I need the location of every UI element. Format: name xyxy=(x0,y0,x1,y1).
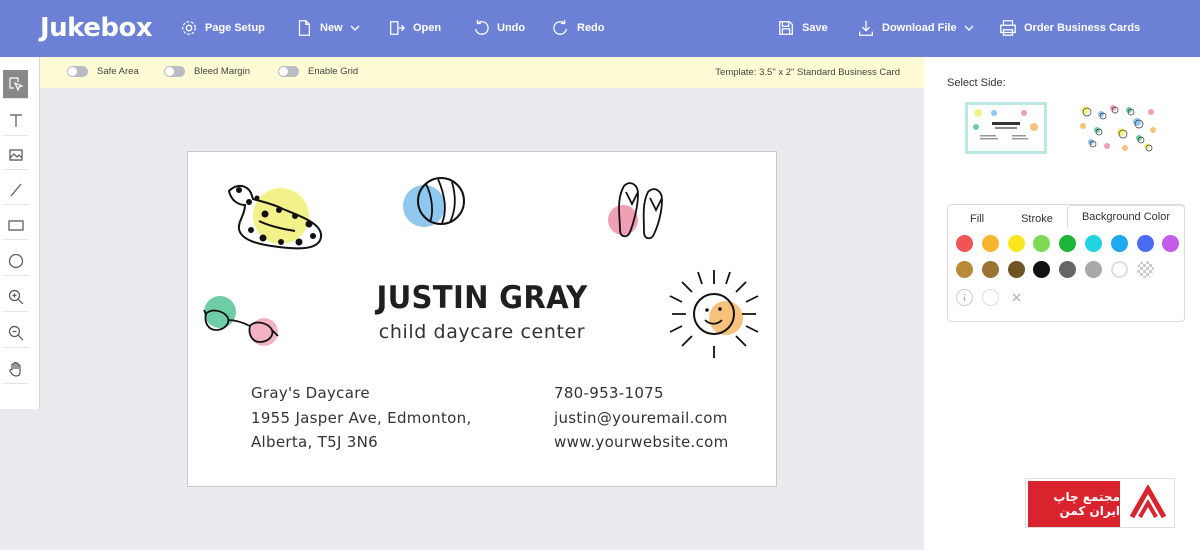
open-button[interactable]: Open xyxy=(388,17,441,39)
enable-grid-toggle[interactable]: Enable Grid xyxy=(278,66,358,77)
tab-background-color[interactable]: Background Color xyxy=(1067,205,1185,228)
color-swatch[interactable] xyxy=(1033,235,1051,252)
redo-icon xyxy=(553,19,568,35)
jukebox-logo[interactable]: Jukebox xyxy=(40,13,153,43)
rectangle-tool[interactable] xyxy=(3,211,28,240)
beach-ball-doodle[interactable] xyxy=(398,174,470,234)
color-swatch[interactable] xyxy=(1110,261,1128,278)
address-line: 1955 Jasper Ave, Edmonton, xyxy=(251,408,472,427)
tab-fill[interactable]: Fill xyxy=(960,208,994,230)
color-swatch[interactable] xyxy=(956,235,973,252)
chevron-down-icon xyxy=(350,25,360,31)
zoom-in-icon xyxy=(8,289,23,305)
template-label: Template: 3.5" x 2" Standard Business Ca… xyxy=(715,67,900,78)
color-swatch[interactable] xyxy=(1059,235,1077,252)
download-icon xyxy=(859,20,873,36)
address-line: Alberta, T5J 3N6 xyxy=(251,433,378,451)
undo-icon xyxy=(474,19,489,35)
back-side-thumbnail[interactable] xyxy=(1077,102,1159,154)
color-swatch[interactable] xyxy=(1033,261,1051,278)
left-toolbar xyxy=(0,57,40,409)
business-card-canvas[interactable]: JUSTIN GRAY child daycare center Gray's … xyxy=(187,151,777,487)
color-swatch[interactable] xyxy=(1162,235,1180,252)
download-file-button[interactable]: Download File xyxy=(857,17,974,39)
color-panel: Fill Stroke Background Color xyxy=(947,204,1185,322)
zoom-out-tool[interactable] xyxy=(3,319,28,348)
safe-area-toggle[interactable]: Safe Area xyxy=(67,66,139,77)
info-icon[interactable] xyxy=(956,289,973,306)
zoom-in-tool[interactable] xyxy=(3,283,28,312)
card-contact[interactable]: 780-953-1075 justin@youremail.com www.yo… xyxy=(554,381,729,455)
page-setup-button[interactable]: Page Setup xyxy=(180,17,265,39)
close-icon xyxy=(1012,293,1021,302)
color-swatch[interactable] xyxy=(1007,235,1025,252)
chevron-down-icon xyxy=(964,25,974,31)
website-text: www.yourwebsite.com xyxy=(554,433,729,451)
card-tagline[interactable]: child daycare center xyxy=(188,321,776,343)
flip-flops-doodle[interactable] xyxy=(606,178,681,242)
color-swatch[interactable] xyxy=(1007,261,1025,278)
back-thumbnail-preview xyxy=(1077,102,1159,154)
color-swatch[interactable] xyxy=(981,235,999,252)
toggle-switch[interactable] xyxy=(278,66,299,77)
color-tabs: Fill Stroke Background Color xyxy=(948,205,1185,230)
text-tool[interactable] xyxy=(3,107,28,136)
top-toolbar: Jukebox Page Setup New Open Undo Redo Sa… xyxy=(0,0,1200,57)
circle-icon xyxy=(8,253,23,269)
email-text: justin@youremail.com xyxy=(554,408,728,427)
info-glyph xyxy=(963,294,966,301)
card-name[interactable]: JUSTIN GRAY xyxy=(206,280,759,316)
image-icon xyxy=(8,149,23,161)
select-side-label: Select Side: xyxy=(947,77,1006,89)
clear-color-icon[interactable] xyxy=(1008,289,1025,306)
zoom-out-icon xyxy=(8,325,23,341)
white-swatch[interactable] xyxy=(982,289,999,306)
color-swatch[interactable] xyxy=(1136,261,1154,278)
line-tool[interactable] xyxy=(3,176,28,205)
front-thumbnail-preview xyxy=(968,105,1044,151)
new-button[interactable]: New xyxy=(295,17,360,39)
canvas-options-bar: Safe Area Bleed Margin Enable Grid Templ… xyxy=(40,57,924,88)
order-business-cards-button[interactable]: Order Business Cards xyxy=(999,17,1140,39)
redo-button[interactable]: Redo xyxy=(552,17,605,39)
save-icon xyxy=(779,21,793,35)
hand-icon xyxy=(8,361,21,377)
watermark-text: مجتمع چاپ ایران کمن xyxy=(1028,481,1120,527)
pan-tool[interactable] xyxy=(3,355,28,384)
tab-stroke[interactable]: Stroke xyxy=(1014,208,1060,230)
color-swatch[interactable] xyxy=(1136,235,1154,252)
save-button[interactable]: Save xyxy=(777,17,828,39)
rectangle-icon xyxy=(7,220,24,231)
open-icon xyxy=(390,21,406,35)
line-icon xyxy=(10,183,21,197)
text-icon xyxy=(9,114,22,127)
toggle-switch[interactable] xyxy=(67,66,88,77)
undo-button[interactable]: Undo xyxy=(472,17,525,39)
watermark-emblem-icon xyxy=(1129,485,1167,519)
color-swatch[interactable] xyxy=(956,261,973,278)
card-address[interactable]: Gray's Daycare 1955 Jasper Ave, Edmonton… xyxy=(251,381,472,455)
color-swatch[interactable] xyxy=(1085,235,1102,252)
toggle-switch[interactable] xyxy=(164,66,185,77)
phone-text: 780-953-1075 xyxy=(554,384,664,402)
color-swatch[interactable] xyxy=(981,261,999,278)
color-swatch[interactable] xyxy=(1110,235,1128,252)
image-tool[interactable] xyxy=(3,141,28,170)
color-swatch[interactable] xyxy=(1085,261,1102,278)
ellipse-tool[interactable] xyxy=(3,247,28,276)
printer-icon xyxy=(1000,20,1016,36)
bleed-margin-toggle[interactable]: Bleed Margin xyxy=(164,66,250,77)
cursor-icon xyxy=(8,77,24,92)
gear-icon xyxy=(182,21,196,35)
new-file-icon xyxy=(298,20,311,36)
watermark-logo: مجتمع چاپ ایران کمن xyxy=(1025,478,1175,528)
color-swatch[interactable] xyxy=(1059,261,1077,278)
properties-panel: Select Side: Fill Stroke Background Colo… xyxy=(924,57,1200,550)
pool-float-doodle[interactable] xyxy=(221,176,326,256)
select-tool[interactable] xyxy=(3,70,28,99)
front-side-thumbnail[interactable] xyxy=(965,102,1047,154)
address-line: Gray's Daycare xyxy=(251,384,370,402)
